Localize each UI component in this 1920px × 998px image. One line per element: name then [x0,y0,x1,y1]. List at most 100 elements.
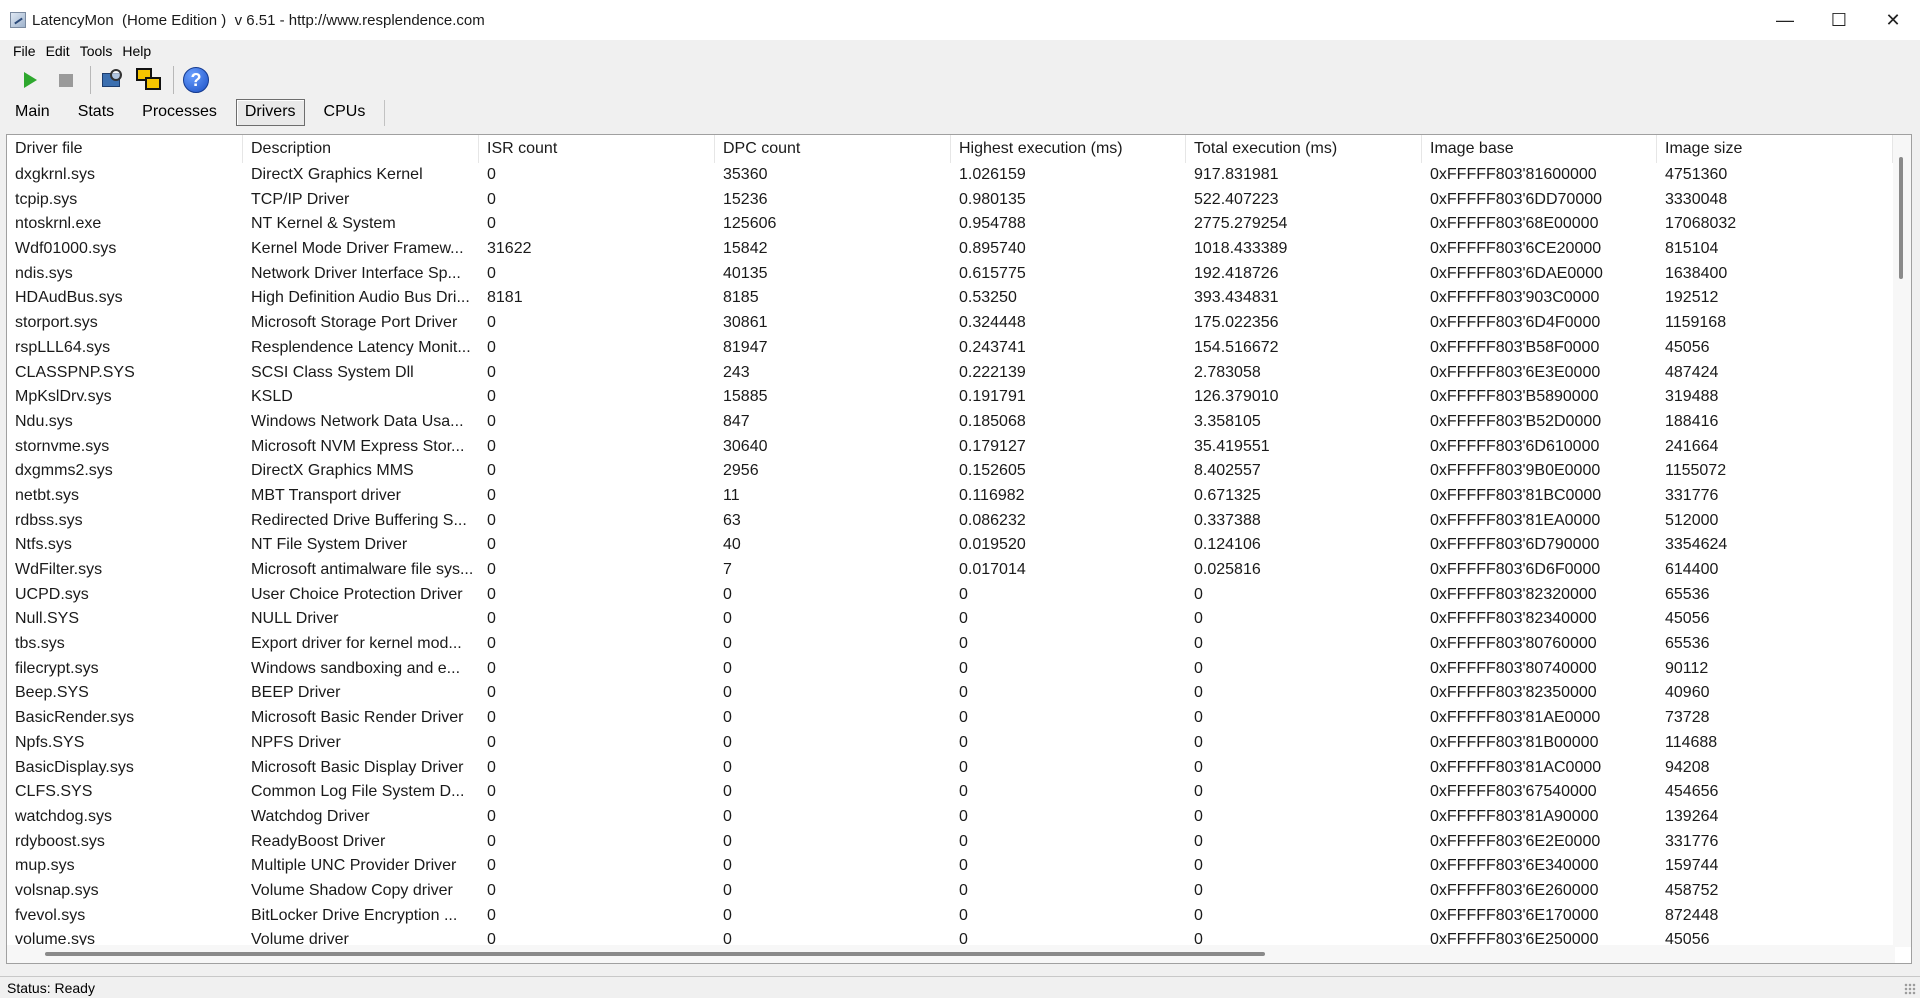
table-row[interactable]: fvevol.sys BitLocker Drive Encryption ...… [7,904,1893,929]
cell-highest-execution: 0.243741 [959,338,1026,356]
table-row[interactable]: rspLLL64.sys Resplendence Latency Monit..… [7,336,1893,361]
stop-button[interactable] [50,64,82,96]
cell-image-base: 0xFFFFF803'6D610000 [1430,437,1600,455]
cell-image-size: 139264 [1665,807,1719,825]
minimize-button[interactable]: — [1758,0,1812,40]
table-row[interactable]: dxgkrnl.sys DirectX Graphics Kernel 0 35360… [7,163,1893,188]
table-row[interactable]: ndis.sys Network Driver Interface Sp... 0 4… [7,262,1893,287]
cell-image-size: 65536 [1665,635,1710,653]
table-row[interactable]: volsnap.sys Volume Shadow Copy driver 0 0 0 0… [7,879,1893,904]
table-row[interactable]: filecrypt.sys Windows sandboxing and e...… [7,657,1893,682]
table-row[interactable]: storport.sys Microsoft Storage Port Drive… [7,311,1893,336]
vertical-scroll-thumb[interactable] [1899,157,1903,279]
cell-total-execution: 8.402557 [1194,462,1261,480]
cell-total-execution: 393.434831 [1194,289,1279,307]
cell-driver-file: WdFilter.sys [15,561,103,578]
table-row[interactable]: WdFilter.sys Microsoft antimalware file s… [7,558,1893,583]
cell-image-size: 114688 [1665,733,1718,751]
table-row[interactable]: CLASSPNP.SYS SCSI Class System Dll 0 243 0.2… [7,361,1893,386]
cell-image-base: 0xFFFFF803'B5890000 [1430,388,1599,406]
menu-edit[interactable]: Edit [41,43,75,59]
resize-grip-icon[interactable] [1904,983,1916,995]
cell-total-execution: 0 [1194,857,1203,875]
cell-image-size: 73728 [1665,709,1710,727]
table-row[interactable]: UCPD.sys User Choice Protection Driver 0 0 0… [7,583,1893,608]
column-header-driver-file[interactable]: Driver file [7,135,243,163]
table-row[interactable]: Wdf01000.sys Kernel Mode Driver Framew...… [7,237,1893,262]
table-row[interactable]: watchdog.sys Watchdog Driver 0 0 0 0 0xFFFFF80… [7,805,1893,830]
table-row[interactable]: Ndu.sys Windows Network Data Usa... 0 847 0.… [7,410,1893,435]
column-header-total-execution[interactable]: Total execution (ms) [1186,135,1422,163]
tab-separator [384,100,386,126]
tab-processes[interactable]: Processes [133,99,226,126]
table-row[interactable]: BasicDisplay.sys Microsoft Basic Display … [7,756,1893,781]
table-row[interactable]: Npfs.SYS NPFS Driver 0 0 0 0 0xFFFFF803'81B000… [7,731,1893,756]
column-header-isr-count[interactable]: ISR count [479,135,715,163]
table-row[interactable]: tcpip.sys TCP/IP Driver 0 15236 0.980135 522.… [7,188,1893,213]
cpu-search-button[interactable] [97,64,129,96]
cell-description: DirectX Graphics Kernel [251,166,423,183]
cell-isr-count: 0 [487,585,496,603]
table-row[interactable]: Beep.SYS BEEP Driver 0 0 0 0 0xFFFFF803'823500… [7,681,1893,706]
close-button[interactable]: ✕ [1866,0,1920,40]
cell-total-execution: 3.358105 [1194,412,1261,430]
menu-file[interactable]: File [8,43,41,59]
cell-driver-file: ndis.sys [15,264,73,282]
cell-description: ReadyBoost Driver [251,832,386,850]
cell-description: Network Driver Interface Sp... [251,264,461,282]
cell-highest-execution: 0.185068 [959,412,1026,430]
column-header-description[interactable]: Description [243,135,479,163]
menu-help[interactable]: Help [117,43,156,59]
table-row[interactable]: mup.sys Multiple UNC Provider Driver 0 0 0 0 0… [7,854,1893,879]
drivers-list[interactable]: Driver file Description ISR count DPC co… [6,134,1912,964]
cell-dpc-count: 15842 [723,240,768,258]
table-row[interactable]: dxgmms2.sys DirectX Graphics MMS 0 2956 0.15… [7,459,1893,484]
menu-tools[interactable]: Tools [75,43,118,59]
help-button[interactable]: ? [180,64,212,96]
cell-total-execution: 126.379010 [1194,388,1279,406]
tab-stats[interactable]: Stats [69,99,123,126]
cell-total-execution: 0 [1194,807,1203,825]
table-row[interactable]: stornvme.sys Microsoft NVM Express Stor..… [7,435,1893,460]
horizontal-scroll-thumb[interactable] [45,952,1265,956]
column-header-highest-execution[interactable]: Highest execution (ms) [951,135,1186,163]
table-row[interactable]: ntoskrnl.exe NT Kernel & System 0 125606 0.9… [7,212,1893,237]
cell-isr-count: 0 [487,881,496,899]
column-header-image-size[interactable]: Image size [1657,135,1893,163]
title-bar[interactable]: LatencyMon (Home Edition ) v 6.51 - http… [0,0,1920,40]
tab-cpus[interactable]: CPUs [315,99,375,126]
vertical-scrollbar[interactable] [1893,135,1911,947]
table-row[interactable]: MpKslDrv.sys KSLD 0 15885 0.191791 126.379010… [7,385,1893,410]
horizontal-scrollbar[interactable] [7,945,1895,963]
cell-isr-count: 0 [487,412,496,430]
cell-highest-execution: 0 [959,585,968,603]
table-row[interactable]: HDAudBus.sys High Definition Audio Bus Dr… [7,286,1893,311]
table-row[interactable]: netbt.sys MBT Transport driver 0 11 0.116982… [7,484,1893,509]
table-row[interactable]: Null.SYS NULL Driver 0 0 0 0 0xFFFFF803'823400… [7,607,1893,632]
cell-driver-file: dxgmms2.sys [15,462,113,480]
cell-dpc-count: 0 [723,635,732,653]
cell-description: BEEP Driver [251,684,341,702]
maximize-button[interactable]: ☐ [1812,0,1866,40]
windows-button[interactable] [133,64,165,96]
table-row[interactable]: rdyboost.sys ReadyBoost Driver 0 0 0 0 0xFFFFF… [7,830,1893,855]
cell-dpc-count: 0 [723,684,732,702]
table-row[interactable]: rdbss.sys Redirected Drive Buffering S...… [7,509,1893,534]
cell-description: TCP/IP Driver [251,190,350,208]
table-row[interactable]: Ntfs.sys NT File System Driver 0 40 0.019520… [7,533,1893,558]
cell-isr-count: 0 [487,314,496,332]
cell-highest-execution: 0 [959,659,968,677]
cell-image-base: 0xFFFFF803'6E170000 [1430,906,1599,924]
tab-drivers[interactable]: Drivers [235,99,305,126]
table-row[interactable]: BasicRender.sys Microsoft Basic Render Dr… [7,706,1893,731]
table-row[interactable]: CLFS.SYS Common Log File System D... 0 0 0 0 0… [7,780,1893,805]
cell-total-execution: 2775.279254 [1194,215,1288,233]
column-header-dpc-count[interactable]: DPC count [715,135,951,163]
column-header-image-base[interactable]: Image base [1422,135,1657,163]
tab-main[interactable]: Main [6,99,59,126]
cell-image-size: 487424 [1665,363,1719,381]
start-button[interactable] [14,64,46,96]
cell-driver-file: CLASSPNP.SYS [15,363,135,381]
cell-dpc-count: 15885 [723,388,768,406]
table-row[interactable]: tbs.sys Export driver for kernel mod... 0 0… [7,632,1893,657]
